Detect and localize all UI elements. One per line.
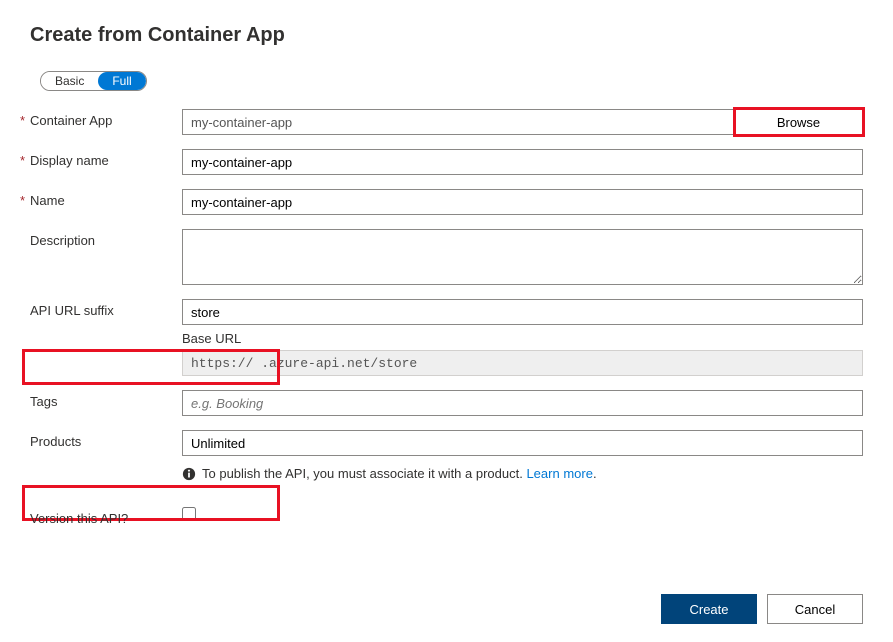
- label-tags: Tags: [30, 390, 182, 409]
- learn-more-link[interactable]: Learn more: [526, 466, 592, 481]
- info-icon: [182, 467, 196, 481]
- footer-actions: Create Cancel: [661, 594, 863, 624]
- required-star: *: [20, 193, 25, 208]
- required-star: *: [20, 153, 25, 168]
- label-container-app: * Container App: [30, 109, 182, 128]
- mode-full[interactable]: Full: [98, 72, 145, 90]
- label-description: Description: [30, 229, 182, 248]
- container-app-input[interactable]: [182, 109, 735, 135]
- tags-input[interactable]: [182, 390, 863, 416]
- description-textarea[interactable]: [182, 229, 863, 285]
- label-products: Products: [30, 430, 182, 449]
- browse-button[interactable]: Browse: [735, 109, 863, 135]
- label-display-name: * Display name: [30, 149, 182, 168]
- label-name: * Name: [30, 189, 182, 208]
- required-star: *: [20, 113, 25, 128]
- page-title: Create from Container App: [30, 24, 863, 47]
- label-base-url: Base URL: [182, 331, 863, 346]
- mode-toggle[interactable]: Basic Full: [40, 71, 147, 91]
- base-url-value: https:// .azure-api.net/store: [182, 350, 863, 376]
- info-text: To publish the API, you must associate i…: [202, 466, 597, 481]
- display-name-input[interactable]: [182, 149, 863, 175]
- cancel-button[interactable]: Cancel: [767, 594, 863, 624]
- version-this-api-checkbox[interactable]: [182, 507, 196, 521]
- label-version-this-api: Version this API?: [30, 507, 182, 526]
- name-input[interactable]: [182, 189, 863, 215]
- create-button[interactable]: Create: [661, 594, 757, 624]
- products-input[interactable]: [182, 430, 863, 456]
- api-url-suffix-input[interactable]: [182, 299, 863, 325]
- label-api-url-suffix: API URL suffix: [30, 299, 182, 318]
- mode-basic[interactable]: Basic: [41, 72, 98, 90]
